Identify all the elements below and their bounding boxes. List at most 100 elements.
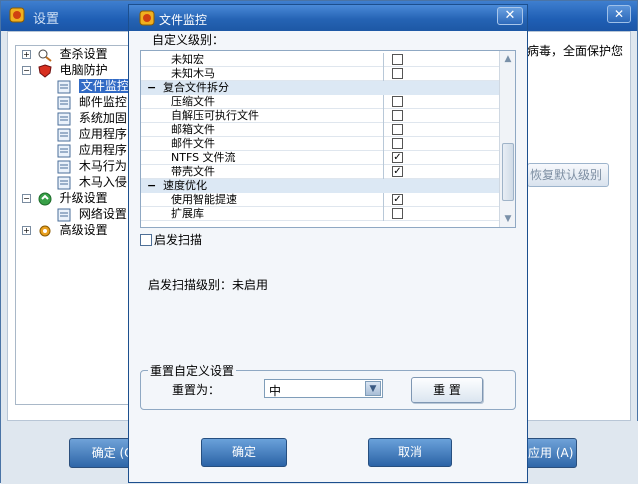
list-item[interactable]: 带壳文件 ✓ xyxy=(141,165,499,179)
update-icon xyxy=(38,192,52,205)
page-icon xyxy=(57,144,71,157)
tree-label: 网络设置 xyxy=(78,207,127,221)
collapse-icon[interactable]: − xyxy=(147,179,157,193)
list-item-checkbox[interactable] xyxy=(392,96,403,107)
collapse-icon[interactable]: − xyxy=(22,66,31,75)
list-item[interactable]: 自解压可执行文件 xyxy=(141,109,499,123)
scroll-thumb[interactable] xyxy=(502,143,514,201)
heuristic-scan-label: 启发扫描 xyxy=(154,233,203,247)
checkbox-cell: ✓ xyxy=(383,193,499,207)
list-item-label: 自解压可执行文件 xyxy=(171,109,259,122)
reset-button[interactable]: 重 置 xyxy=(411,377,483,403)
list-scrollbar[interactable]: ▲ ▼ xyxy=(499,51,515,227)
dialog-cancel-button[interactable]: 取消 xyxy=(368,438,452,467)
tree-label: 查杀设置 xyxy=(59,47,108,61)
chevron-down-icon[interactable]: ▼ xyxy=(365,381,381,396)
gear-icon xyxy=(39,225,51,236)
dialog-title: 文件监控 xyxy=(159,13,208,27)
list-item-checkbox[interactable]: ✓ xyxy=(392,166,403,177)
tree-label: 文件监控 xyxy=(78,79,131,93)
page-icon xyxy=(57,208,71,221)
tree-item-system-hardening[interactable]: 系统加固 xyxy=(56,110,127,126)
list-item[interactable]: 邮件文件 xyxy=(141,137,499,151)
list-item-label: 压缩文件 xyxy=(171,95,215,108)
settings-close-button[interactable]: ✕ xyxy=(607,5,631,23)
tree-label: 应用程序 xyxy=(78,127,127,141)
checkbox-cell xyxy=(383,67,499,81)
list-item-checkbox[interactable] xyxy=(392,124,403,135)
list-item-checkbox[interactable] xyxy=(392,110,403,121)
list-item-checkbox[interactable]: ✓ xyxy=(392,152,403,163)
settings-title: 设置 xyxy=(33,12,60,27)
checkbox-cell xyxy=(383,137,499,151)
tree-item-app-2[interactable]: 应用程序 xyxy=(56,142,127,158)
scroll-down-icon[interactable]: ▼ xyxy=(502,214,514,224)
app-logo-icon xyxy=(9,7,25,23)
tree-label: 应用程序 xyxy=(78,143,127,157)
checkbox-cell: ✓ xyxy=(383,151,499,165)
custom-level-list: 未知宏 未知木马 − 复合文件拆分 压缩文件 自解压可执行文件 邮箱文件 邮件文… xyxy=(140,50,516,228)
list-group-header[interactable]: − 速度优化 xyxy=(141,179,499,193)
scan-icon xyxy=(38,49,52,62)
list-item[interactable]: 未知宏 xyxy=(141,53,499,67)
list-item[interactable]: 使用智能提速 ✓ xyxy=(141,193,499,207)
tree-item-trojan-intrusion[interactable]: 木马入侵 xyxy=(56,174,127,190)
expand-icon[interactable]: + xyxy=(22,226,31,235)
dialog-titlebar[interactable]: 文件监控 ✕ xyxy=(129,5,527,31)
tree-label: 高级设置 xyxy=(59,223,108,237)
collapse-icon[interactable]: − xyxy=(22,194,31,203)
tree-label: 电脑防护 xyxy=(59,63,108,77)
reset-level-select[interactable]: 中 ▼ xyxy=(264,379,383,398)
expand-icon[interactable]: + xyxy=(22,50,31,59)
tree-item-advanced-settings[interactable]: + 高级设置 xyxy=(22,222,108,238)
scroll-up-icon[interactable]: ▲ xyxy=(502,54,514,64)
list-item-label: 邮件文件 xyxy=(171,137,215,150)
list-item-label: NTFS 文件流 xyxy=(171,151,236,164)
dialog-ok-button[interactable]: 确定 xyxy=(201,438,287,467)
tree-item-scan-settings[interactable]: + 查杀设置 xyxy=(22,46,108,62)
collapse-icon[interactable]: − xyxy=(147,81,157,95)
list-group-header[interactable]: − 复合文件拆分 xyxy=(141,81,499,95)
reset-level-value: 中 xyxy=(269,384,282,398)
list-item-label: 扩展库 xyxy=(171,207,204,220)
group-label: 复合文件拆分 xyxy=(163,81,229,94)
list-item-checkbox[interactable] xyxy=(392,138,403,149)
page-icon xyxy=(57,128,71,141)
list-item[interactable]: 扩展库 xyxy=(141,207,499,221)
settings-tree: + 查杀设置 − 电脑防护 文件监控 邮件监控 系统加固 应用程序 应用程序 木… xyxy=(15,45,131,405)
tree-label: 木马入侵 xyxy=(78,175,127,189)
page-icon xyxy=(57,112,71,125)
checkbox-cell xyxy=(383,95,499,109)
tree-item-mail-monitor[interactable]: 邮件监控 xyxy=(56,94,127,110)
list-item-checkbox[interactable] xyxy=(392,54,403,65)
list-item-checkbox[interactable]: ✓ xyxy=(392,194,403,205)
list-item[interactable]: 邮箱文件 xyxy=(141,123,499,137)
reset-to-label: 重置为： xyxy=(172,383,221,397)
list-item[interactable]: 未知木马 xyxy=(141,67,499,81)
reset-group-title: 重置自定义设置 xyxy=(148,362,237,379)
shield-icon xyxy=(38,63,52,78)
protection-info-text: 病毒，全面保护您 xyxy=(527,44,624,58)
list-item-label: 带壳文件 xyxy=(171,165,215,178)
checkbox-cell: ✓ xyxy=(383,165,499,179)
tree-item-update-settings[interactable]: − 升级设置 xyxy=(22,190,108,206)
list-item[interactable]: NTFS 文件流 ✓ xyxy=(141,151,499,165)
tree-item-network-settings[interactable]: 网络设置 xyxy=(56,206,127,222)
tree-item-app-1[interactable]: 应用程序 xyxy=(56,126,127,142)
list-item-checkbox[interactable] xyxy=(392,68,403,79)
list-item-checkbox[interactable] xyxy=(392,208,403,219)
checkbox-cell xyxy=(383,123,499,137)
checkbox-cell xyxy=(383,109,499,123)
list-item-label: 邮箱文件 xyxy=(171,123,215,136)
heuristic-scan-checkbox[interactable] xyxy=(140,234,152,246)
list-item[interactable]: 压缩文件 xyxy=(141,95,499,109)
tree-item-trojan-behavior[interactable]: 木马行为 xyxy=(56,158,127,174)
tree-label: 邮件监控 xyxy=(78,95,127,109)
page-icon xyxy=(57,96,71,109)
tree-item-pc-protection[interactable]: − 电脑防护 xyxy=(22,62,108,78)
restore-default-button[interactable]: 恢复默认级别 xyxy=(527,163,609,187)
app-logo-icon xyxy=(139,10,155,26)
settings-apply-button[interactable]: 应用 (A) xyxy=(521,438,577,468)
tree-item-file-monitor[interactable]: 文件监控 xyxy=(56,78,131,94)
dialog-close-button[interactable]: ✕ xyxy=(497,7,523,25)
